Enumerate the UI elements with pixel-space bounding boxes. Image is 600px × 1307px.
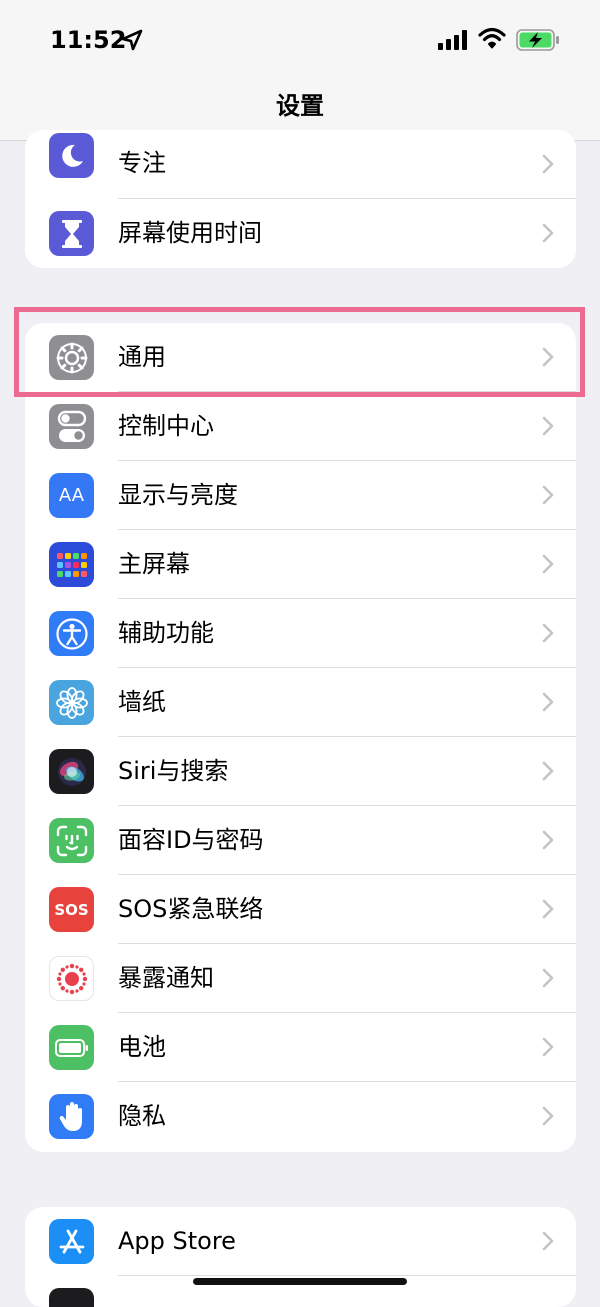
sos-icon: SOS xyxy=(49,887,94,932)
settings-row-screen-time[interactable]: 屏幕使用时间 xyxy=(25,199,576,268)
chevron-right-icon xyxy=(542,899,554,919)
settings-row-home-screen[interactable]: 主屏幕 xyxy=(25,530,576,599)
battery-charging-icon xyxy=(516,29,559,51)
chevron-right-icon xyxy=(542,1037,554,1057)
text-size-icon: AA xyxy=(49,473,94,518)
face-id-icon xyxy=(49,818,94,863)
text-size-icon-label: AA xyxy=(58,485,85,506)
settings-row-label: SOS紧急联络 xyxy=(118,895,264,923)
settings-row-label: 主屏幕 xyxy=(118,550,190,578)
chevron-right-icon xyxy=(542,347,554,367)
settings-row-label: 通用 xyxy=(118,343,166,371)
accessibility-icon xyxy=(49,611,94,656)
toggles-icon xyxy=(49,404,94,449)
settings-group-general: 通用 控制中心 AA 显示与亮度 主屏幕 辅助功能 墙纸 Siri与搜索 面容I… xyxy=(25,323,576,1152)
settings-row-label: 显示与亮度 xyxy=(118,481,238,509)
flower-icon xyxy=(49,680,94,725)
chevron-right-icon xyxy=(542,830,554,850)
wifi-icon xyxy=(478,27,506,49)
settings-row-emergency-sos[interactable]: SOS SOS紧急联络 xyxy=(25,875,576,944)
settings-row-label: 面容ID与密码 xyxy=(118,826,264,854)
settings-row-control-center[interactable]: 控制中心 xyxy=(25,392,576,461)
settings-group-app-store: App Store xyxy=(25,1207,576,1307)
page-title: 设置 xyxy=(276,92,324,120)
settings-row-face-id-passcode[interactable]: 面容ID与密码 xyxy=(25,806,576,875)
settings-row-label: 墙纸 xyxy=(118,688,166,716)
home-indicator[interactable] xyxy=(193,1278,407,1285)
hourglass-icon xyxy=(49,211,94,256)
cellular-signal-icon xyxy=(438,30,467,50)
settings-row-focus[interactable]: 专注 xyxy=(25,130,576,199)
chevron-right-icon xyxy=(542,1231,554,1251)
moon-icon xyxy=(49,133,94,178)
settings-row-label: 辅助功能 xyxy=(118,619,214,647)
settings-row-wallpaper[interactable]: 墙纸 xyxy=(25,668,576,737)
settings-row-app-store[interactable]: App Store xyxy=(25,1207,576,1276)
settings-row-label: 隐私 xyxy=(118,1102,166,1130)
battery-icon xyxy=(49,1025,94,1070)
settings-row-siri-search[interactable]: Siri与搜索 xyxy=(25,737,576,806)
chevron-right-icon xyxy=(542,223,554,243)
chevron-right-icon xyxy=(542,416,554,436)
location-arrow-icon xyxy=(121,29,143,51)
settings-row-label: App Store xyxy=(118,1227,236,1255)
chevron-right-icon xyxy=(542,1106,554,1126)
status-time: 11:52 xyxy=(50,26,127,54)
exposure-dots-icon xyxy=(49,956,94,1001)
settings-row-label: 屏幕使用时间 xyxy=(118,219,262,247)
siri-icon xyxy=(49,749,94,794)
settings-row-label: 电池 xyxy=(118,1033,166,1061)
settings-row-privacy[interactable]: 隐私 xyxy=(25,1082,576,1151)
chevron-right-icon xyxy=(542,968,554,988)
settings-row-general[interactable]: 通用 xyxy=(25,323,576,392)
chevron-right-icon xyxy=(542,623,554,643)
settings-row-display-brightness[interactable]: AA 显示与亮度 xyxy=(25,461,576,530)
settings-row-accessibility[interactable]: 辅助功能 xyxy=(25,599,576,668)
status-bar: 11:52 xyxy=(0,0,600,80)
sos-icon-label: SOS xyxy=(54,900,89,919)
settings-row-label: 暴露通知 xyxy=(118,964,214,992)
chevron-right-icon xyxy=(542,692,554,712)
settings-row-battery[interactable]: 电池 xyxy=(25,1013,576,1082)
chevron-right-icon xyxy=(542,154,554,174)
gear-icon xyxy=(49,335,94,380)
app-store-icon xyxy=(49,1219,94,1264)
settings-row-label: Siri与搜索 xyxy=(118,757,229,785)
settings-row-label: 控制中心 xyxy=(118,412,214,440)
settings-row-label: 专注 xyxy=(118,149,166,177)
settings-group-focus: 专注 屏幕使用时间 xyxy=(25,130,576,268)
hand-icon xyxy=(49,1094,94,1139)
chevron-right-icon xyxy=(542,761,554,781)
chevron-right-icon xyxy=(542,485,554,505)
home-screen-grid-icon xyxy=(49,542,94,587)
chevron-right-icon xyxy=(542,554,554,574)
settings-row-exposure-notifications[interactable]: 暴露通知 xyxy=(25,944,576,1013)
